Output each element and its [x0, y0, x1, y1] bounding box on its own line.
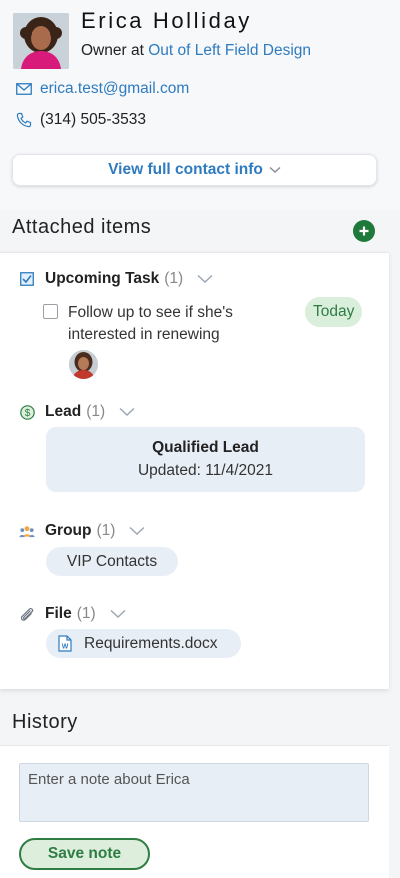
lead-card[interactable]: Qualified Lead Updated: 11/4/2021 — [46, 427, 365, 492]
group-label: Group — [45, 522, 92, 539]
plus-icon — [359, 226, 369, 236]
contact-panel: Erica Holliday Owner at Out of Left Fiel… — [0, 0, 400, 878]
attached-items-title: Attached items — [12, 216, 152, 238]
group-header[interactable]: Group (1) — [19, 522, 145, 540]
view-full-contact-button[interactable]: View full contact info — [12, 154, 377, 186]
save-note-button[interactable]: Save note — [19, 838, 150, 870]
phone-number[interactable]: (314) 505-3533 — [40, 111, 146, 129]
view-full-contact-label: View full contact info — [108, 161, 263, 178]
role-prefix: Owner at — [81, 42, 149, 59]
lead-label: Lead — [45, 403, 82, 420]
dollar-icon: $ — [19, 404, 35, 420]
chevron-down-icon[interactable] — [129, 526, 145, 536]
chevron-down-icon[interactable] — [119, 407, 135, 417]
task-description[interactable]: Follow up to see if she's interested in … — [68, 302, 288, 346]
group-pill[interactable]: VIP Contacts — [46, 547, 178, 576]
upcoming-task-header[interactable]: Upcoming Task (1) — [19, 270, 213, 288]
file-header[interactable]: File (1) — [19, 605, 126, 623]
email-row[interactable]: erica.test@gmail.com — [15, 80, 189, 98]
contact-header: Erica Holliday Owner at Out of Left Fiel… — [0, 0, 400, 210]
phone-icon — [15, 112, 33, 128]
upcoming-task-count: (1) — [164, 270, 184, 287]
email-link[interactable]: erica.test@gmail.com — [40, 80, 189, 98]
chevron-down-icon — [269, 166, 281, 174]
file-attachment-pill[interactable]: W Requirements.docx — [46, 629, 241, 658]
contact-name: Erica Holliday — [81, 8, 252, 33]
contact-role: Owner at Out of Left Field Design — [81, 42, 311, 60]
lead-header[interactable]: $ Lead (1) — [19, 403, 135, 421]
file-name: Requirements.docx — [84, 634, 218, 652]
task-complete-checkbox[interactable] — [43, 304, 58, 319]
lead-status: Qualified Lead — [152, 439, 259, 456]
chevron-down-icon[interactable] — [110, 609, 126, 619]
history-title: History — [12, 711, 78, 733]
upcoming-task-label: Upcoming Task — [45, 270, 160, 287]
people-group-icon — [19, 523, 35, 539]
company-link[interactable]: Out of Left Field Design — [148, 42, 311, 59]
add-item-button[interactable] — [353, 220, 375, 242]
phone-row[interactable]: (314) 505-3533 — [15, 111, 146, 129]
svg-text:$: $ — [24, 408, 30, 419]
group-count: (1) — [96, 522, 116, 539]
lead-count: (1) — [86, 403, 106, 420]
file-count: (1) — [76, 605, 96, 622]
envelope-icon — [15, 81, 33, 97]
note-input[interactable] — [19, 763, 369, 822]
file-label: File — [45, 605, 72, 622]
task-checkbox-icon — [19, 271, 35, 287]
word-document-icon: W — [58, 635, 72, 652]
svg-text:W: W — [62, 644, 69, 651]
lead-updated-date: Updated: 11/4/2021 — [137, 462, 274, 479]
task-due-badge: Today — [305, 297, 363, 327]
contact-photo — [13, 13, 69, 69]
paperclip-icon — [19, 606, 35, 622]
chevron-down-icon[interactable] — [197, 274, 213, 284]
task-assignee-avatar[interactable] — [69, 350, 98, 379]
